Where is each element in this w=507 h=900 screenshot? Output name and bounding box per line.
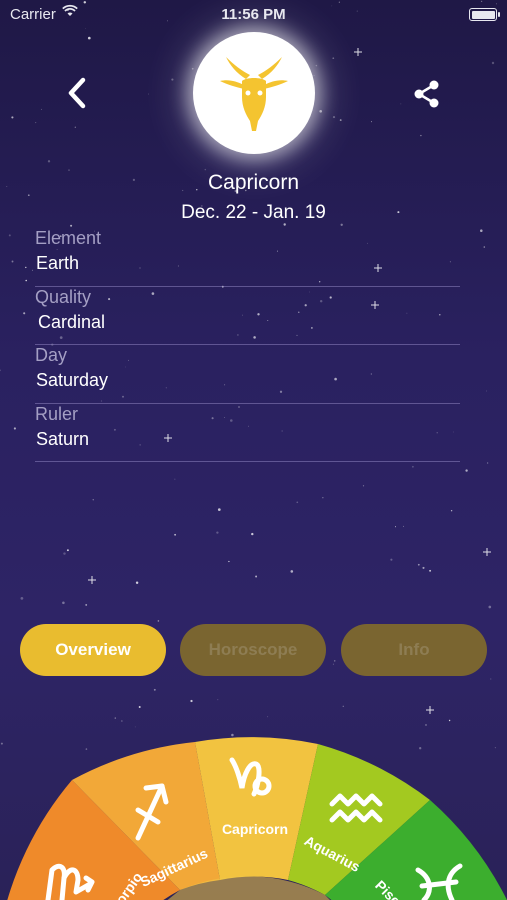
sign-symbol-badge [193, 32, 315, 154]
property-label: Element [35, 228, 102, 248]
zodiac-wheel[interactable]: Capricorn Sagittarius Aquarius Scorpio P… [0, 730, 507, 900]
status-time: 11:56 PM [221, 6, 286, 23]
property-label: Quality [35, 286, 92, 307]
property-value: Saturn [36, 428, 90, 449]
wheel-label-capricorn: Capricorn [222, 821, 288, 837]
tab-info[interactable]: Info [341, 624, 487, 676]
property-label: Ruler [35, 403, 79, 424]
tab-overview[interactable]: Overview [20, 624, 166, 676]
battery-icon [469, 8, 500, 21]
back-button[interactable] [62, 76, 92, 110]
chevron-left-icon [68, 77, 86, 109]
capricorn-goat-icon [220, 57, 288, 131]
property-ruler: Ruler Saturn [35, 403, 460, 462]
property-value: Earth [36, 253, 80, 273]
sign-properties-list: Element Earth Quality Cardinal Day Satur… [35, 228, 460, 462]
property-element: Element Earth [35, 228, 460, 287]
property-value: Saturday [36, 370, 109, 390]
share-button[interactable] [410, 78, 444, 110]
property-value: Cardinal [38, 311, 106, 332]
status-bar: Carrier 11:56 PM [0, 0, 507, 28]
tab-horoscope[interactable]: Horoscope [180, 624, 326, 676]
property-label: Day [35, 345, 68, 365]
property-day: Day Saturday [35, 345, 460, 404]
section-tabs: Overview Horoscope Info [0, 624, 507, 676]
share-icon [414, 80, 439, 108]
property-quality: Quality Cardinal [35, 286, 460, 345]
sign-date-range: Dec. 22 - Jan. 19 [181, 202, 326, 223]
sign-name: Capricorn [207, 171, 300, 194]
